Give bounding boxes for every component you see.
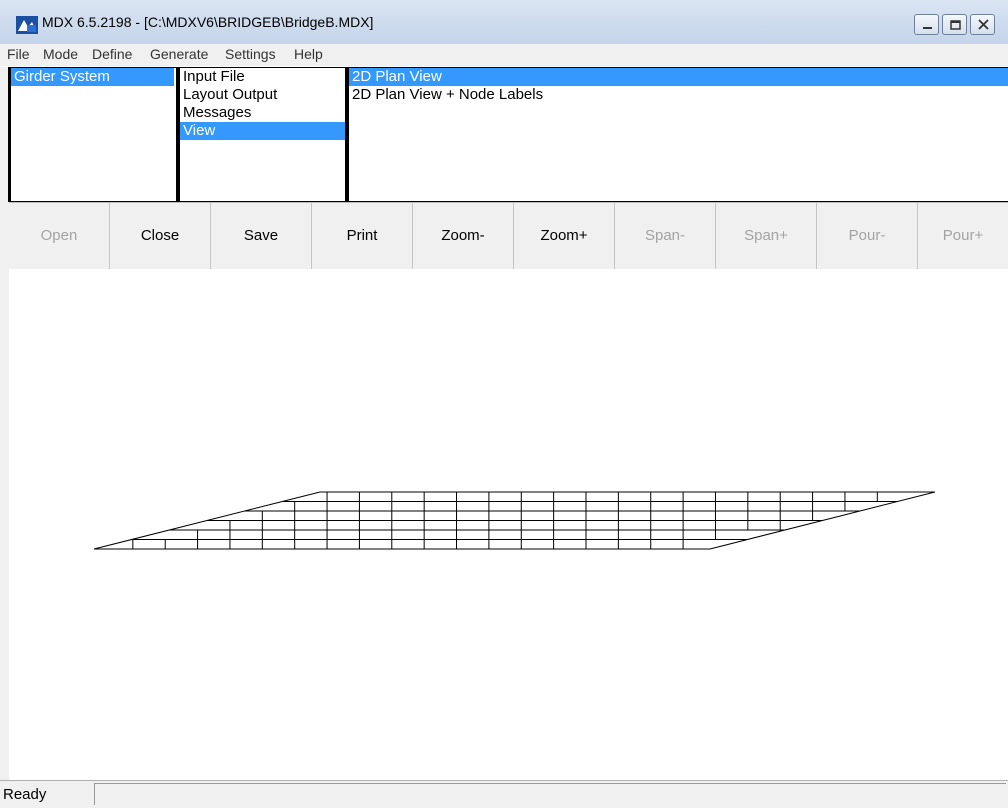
list-item-2d-plan-view[interactable]: 2D Plan View (349, 68, 1008, 86)
close-file-button[interactable]: Close (110, 203, 211, 269)
menu-help[interactable]: Help (294, 46, 323, 62)
span-prev-button[interactable]: Span- (615, 203, 716, 269)
status-text: Ready (3, 786, 47, 803)
minimize-button[interactable] (914, 14, 939, 35)
open-button[interactable]: Open (9, 203, 110, 269)
save-button[interactable]: Save (211, 203, 312, 269)
system-list[interactable]: Girder System (8, 67, 177, 202)
output-list[interactable]: Input File Layout Output Messages View (177, 67, 346, 202)
zoom-out-button[interactable]: Zoom- (413, 203, 514, 269)
list-item-2d-plan-view-node-labels[interactable]: 2D Plan View + Node Labels (349, 86, 1008, 104)
list-item-input-file[interactable]: Input File (180, 68, 345, 86)
menu-settings[interactable]: Settings (225, 46, 276, 62)
minimize-icon (923, 27, 932, 29)
print-button[interactable]: Print (312, 203, 413, 269)
restore-icon (950, 20, 961, 30)
menu-define[interactable]: Define (92, 46, 132, 62)
span-next-button[interactable]: Span+ (716, 203, 817, 269)
title-bar[interactable]: MDX 6.5.2198 - [C:\MDXV6\BRIDGEB\BridgeB… (0, 0, 1008, 44)
list-item-messages[interactable]: Messages (180, 104, 345, 122)
zoom-in-button[interactable]: Zoom+ (514, 203, 615, 269)
list-item-layout-output[interactable]: Layout Output (180, 86, 345, 104)
menu-mode[interactable]: Mode (43, 46, 78, 62)
status-bar: Ready (0, 780, 1008, 808)
toolbar: Open Close Save Print Zoom- Zoom+ Span- … (9, 202, 1008, 270)
menu-generate[interactable]: Generate (150, 46, 208, 62)
view-list[interactable]: 2D Plan View 2D Plan View + Node Labels (346, 67, 1008, 202)
plan-view-canvas[interactable] (9, 269, 1008, 780)
menu-file[interactable]: File (7, 46, 30, 62)
restore-button[interactable] (942, 14, 967, 35)
pour-prev-button[interactable]: Pour- (817, 203, 918, 269)
girder-plan-drawing (93, 491, 936, 550)
status-panel (94, 783, 1006, 805)
pour-next-button[interactable]: Pour+ (918, 203, 1008, 269)
close-icon (978, 19, 989, 30)
window-title: MDX 6.5.2198 - [C:\MDXV6\BRIDGEB\BridgeB… (42, 14, 374, 30)
app-logo-icon (16, 16, 38, 34)
list-item-girder-system[interactable]: Girder System (11, 68, 174, 86)
close-button[interactable] (970, 14, 995, 35)
list-item-view[interactable]: View (180, 122, 345, 140)
menu-bar: File Mode Define Generate Settings Help (0, 44, 1008, 66)
